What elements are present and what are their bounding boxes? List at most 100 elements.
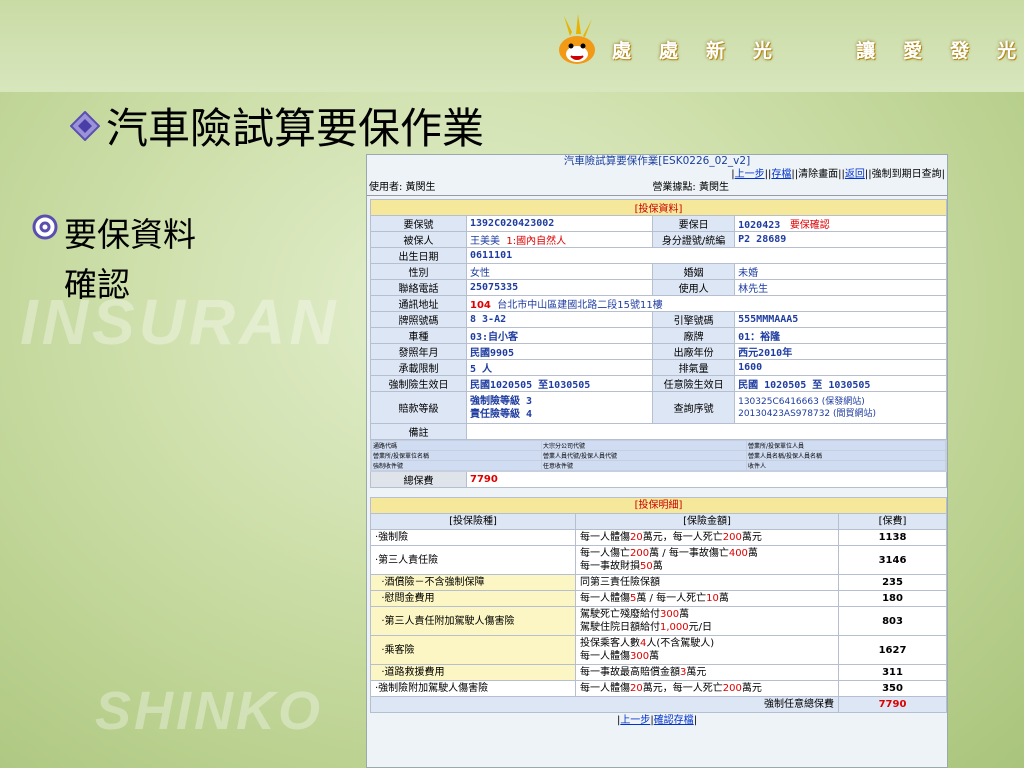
phone: 25075335	[465, 279, 654, 296]
prev-link[interactable]: 上一步	[735, 169, 765, 180]
field-label: 排氣量	[652, 359, 736, 376]
field-label: 車種	[370, 327, 467, 344]
amount-line: 同第三責任險保額	[580, 577, 660, 588]
slogan-char: 處	[612, 40, 632, 62]
insured-type: 1:國內自然人	[506, 236, 567, 247]
coverage-amount: 每一事故最高賠償金額3萬元	[575, 664, 839, 681]
coverage-name: ‧第三人責任險	[370, 545, 576, 575]
tiny-label: 通路代碼	[371, 440, 542, 451]
slogan-char: 新	[706, 40, 726, 62]
inquiry-no: 130325C6416663 (保發網站)	[738, 396, 865, 407]
column-header: [投保險種]	[370, 513, 576, 530]
amount-line: 駕駛住院日額給付1,000元/日	[580, 622, 713, 633]
field-label: 牌照號碼	[370, 311, 467, 328]
field-label: 出廠年份	[652, 343, 736, 360]
grand-total: 7790	[838, 696, 947, 713]
field-label: 廠牌	[652, 327, 736, 344]
coverage-name: ‧強制險附加駕駛人傷害險	[370, 680, 576, 697]
slogan: 處處新光讓愛發光	[612, 36, 1016, 63]
coverage-amount: 每一人體傷5萬 / 每一人死亡10萬	[575, 590, 839, 607]
clear-link[interactable]: 清除畫面	[798, 169, 838, 180]
field-label: 身分證號/統編	[652, 231, 736, 248]
issue-date: 民國9905	[465, 343, 654, 360]
insured-name: 王美美	[470, 236, 500, 247]
displacement: 1600	[734, 359, 947, 376]
field-label: 被保人	[370, 231, 467, 248]
field-label: 發照年月	[370, 343, 467, 360]
coverage-fee: 235	[838, 574, 947, 591]
toolbar: |上一步||存檔||清除畫面||返回||強制到期日查詢|	[731, 169, 945, 180]
gender: 女性	[465, 263, 654, 280]
brand: 01：裕隆	[734, 327, 947, 344]
policy-no: 1392C020423002	[465, 215, 654, 232]
footer-prev-link[interactable]: 上一步	[620, 715, 650, 726]
confirm-save-link[interactable]: 確認存檔	[654, 715, 694, 726]
coverage-amount: 每一人體傷20萬元，每一人死亡200萬元	[575, 529, 839, 546]
field-label: 使用人	[652, 279, 736, 296]
field-label: 性別	[370, 263, 467, 280]
at-bullet-icon	[32, 214, 58, 240]
field-label: 任意險生效日	[652, 375, 736, 392]
slogan-char: 讓	[856, 40, 876, 62]
field-label: 聯絡電話	[370, 279, 467, 296]
coverage-amount: 每一人傷亡200萬 / 每一事故傷亡400萬 每一事故財損50萬	[575, 545, 839, 575]
id-number: P2 28689	[734, 231, 947, 248]
amount-line: 每一人傷亡200萬 / 每一事故傷亡400萬	[580, 548, 758, 559]
vehicle-user: 林先生	[734, 279, 947, 296]
tiny-label: 營業所/投保單位名稱	[371, 450, 542, 461]
column-header: [保險金額]	[575, 513, 839, 530]
amount-line: 每一人體傷20萬元，每一人死亡200萬元	[580, 532, 762, 543]
diamond-bullet-icon	[70, 110, 100, 141]
apply-date: 1020423	[738, 220, 781, 231]
coverage-name: ‧道路救援費用	[370, 664, 576, 681]
tiny-label: 強制收件號	[371, 460, 542, 471]
tiny-label: 營業人員名稱/投保人員名稱	[746, 450, 946, 461]
field-label: 總保費	[370, 471, 467, 488]
user-bar: 使用者: 黃閔生 營業據點: 黃閔生	[367, 181, 947, 196]
slogan-char: 愛	[903, 40, 923, 62]
slogan-char: 發	[950, 40, 970, 62]
slogan-char: 處	[659, 40, 679, 62]
apply-status: 要保確認	[789, 220, 830, 231]
policy-table: [投保資料] 要保號 1392C020423002 要保日 1020423 要保確認 …	[370, 199, 947, 488]
back-link[interactable]: 返回	[845, 169, 865, 180]
amount-line: 每一事故財損50萬	[580, 561, 663, 572]
field-label: 要保號	[370, 215, 467, 232]
office-label: 營業據點: 黃閔生	[652, 182, 729, 193]
amount-line: 投保乘客人數4人(不含駕駛人)	[580, 638, 715, 649]
field-label: 承載限制	[370, 359, 467, 376]
coverage-fee: 3146	[838, 545, 947, 575]
window-title: 汽車險試算要保作業[ESK0226_02_v2]	[563, 155, 751, 167]
section-caption: [投保明細]	[370, 497, 947, 514]
field-label: 備註	[370, 423, 467, 440]
coverage-fee: 1138	[838, 529, 947, 546]
mascot-logo	[559, 14, 595, 64]
grade-compulsory: 強制險等級 3	[470, 395, 533, 407]
column-header: [保費]	[838, 513, 947, 530]
compulsory-period: 民國1020505 至1030505	[465, 375, 654, 392]
address: 台北市中山區建國北路二段15號11樓	[497, 300, 663, 311]
field-label: 要保日	[652, 215, 736, 232]
birth-date: 0611101	[466, 247, 947, 264]
amount-line: 駕駛死亡殘廢給付300萬	[580, 609, 690, 620]
tiny-label: 營業人員代號/投保人員代號	[541, 450, 747, 461]
table-row: ‧道路救援費用 每一事故最高賠償金額3萬元 311	[370, 664, 947, 681]
coverage-fee: 803	[838, 606, 947, 636]
voluntary-period: 民國 1020505 至 1030505	[734, 375, 947, 392]
table-row: ‧慰問金費用 每一人體傷5萬 / 每一人死亡10萬 180	[370, 590, 947, 607]
note-value	[466, 423, 947, 440]
coverage-name: ‧強制險	[370, 529, 576, 546]
save-link[interactable]: 存檔	[771, 169, 791, 180]
user-label: 使用者: 黃閔生	[369, 182, 436, 193]
amount-line: 每一事故最高賠償金額3萬元	[580, 667, 707, 678]
table-row: ‧酒償險－不含強制保障 同第三責任險保額 235	[370, 574, 947, 591]
coverage-amount: 同第三責任險保額	[575, 574, 839, 591]
coverage-amount: 每一人體傷20萬元，每一人死亡200萬元	[575, 680, 839, 697]
app-window: 汽車險試算要保作業[ESK0226_02_v2] |上一步||存檔||清除畫面|…	[366, 154, 948, 768]
tiny-label: 任意收件號	[541, 460, 747, 471]
field-label: 婚姻	[652, 263, 736, 280]
coverage-fee: 350	[838, 680, 947, 697]
field-label: 賠款等級	[370, 391, 467, 424]
query-link[interactable]: 強制到期日查詢	[872, 169, 942, 180]
manufacture-year: 西元2010年	[734, 343, 947, 360]
